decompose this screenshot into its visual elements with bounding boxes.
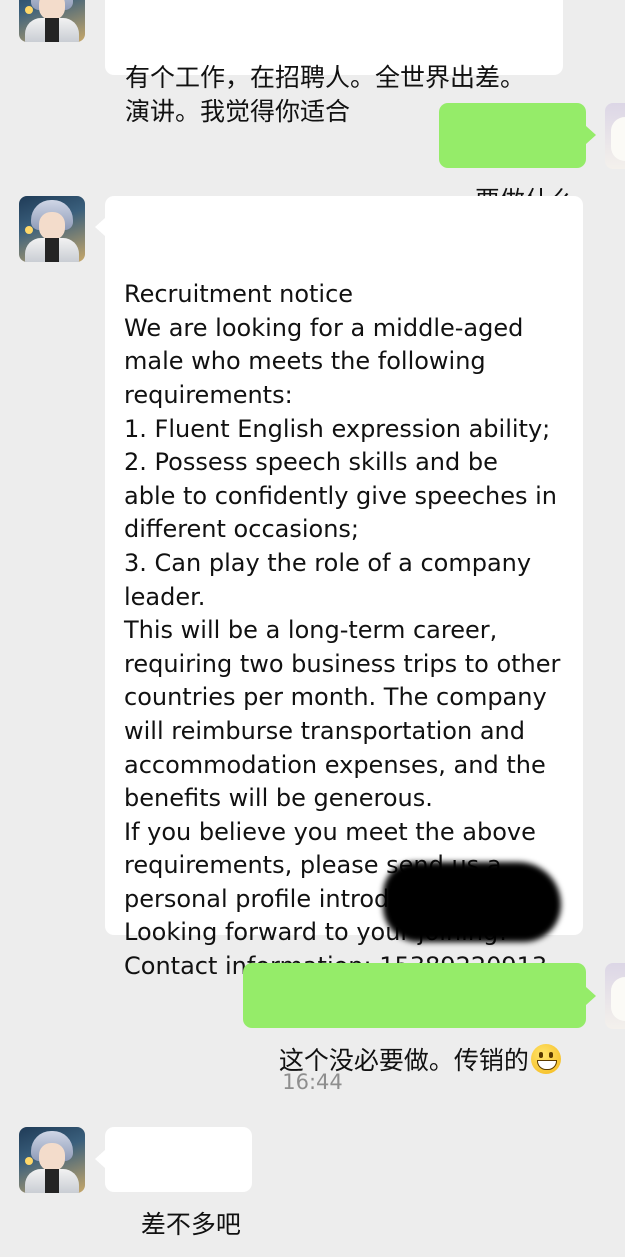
contact-avatar[interactable] — [19, 0, 85, 42]
avatar-shirt — [45, 1169, 59, 1193]
bubble-tail — [586, 126, 596, 144]
bubble-tail — [95, 1150, 105, 1168]
message-bubble-incoming[interactable]: Recruitment notice We are looking for a … — [105, 196, 583, 980]
avatar-shirt — [45, 238, 59, 262]
bubble-tail — [95, 218, 105, 236]
message-bubble-outgoing[interactable]: 这个没必要做。传销的 — [243, 963, 586, 1075]
message-timestamp: 16:44 — [282, 1070, 343, 1094]
contact-avatar[interactable] — [19, 196, 85, 262]
avatar-face — [39, 0, 65, 20]
message-bubble-incoming[interactable]: 差不多吧 — [105, 1127, 252, 1239]
avatar-face — [39, 212, 65, 240]
message-text: 差不多吧 — [140, 1210, 241, 1239]
self-avatar-figure — [611, 117, 625, 161]
message-bubble-outgoing[interactable]: 要做什么 — [439, 103, 586, 215]
avatar-shirt — [45, 18, 59, 42]
avatar-spark — [25, 1157, 33, 1165]
contact-avatar[interactable] — [19, 1127, 85, 1193]
avatar-spark — [25, 6, 33, 14]
self-avatar[interactable] — [605, 103, 625, 169]
self-avatar[interactable] — [605, 963, 625, 1029]
redaction-mark — [383, 862, 561, 942]
avatar-face — [39, 1143, 65, 1171]
self-avatar-figure — [611, 977, 625, 1021]
bubble-tail — [586, 987, 596, 1005]
message-bubble-incoming[interactable]: 有个工作，在招聘人。全世界出差。 演讲。我觉得你适合 — [105, 0, 563, 126]
avatar-spark — [25, 226, 33, 234]
